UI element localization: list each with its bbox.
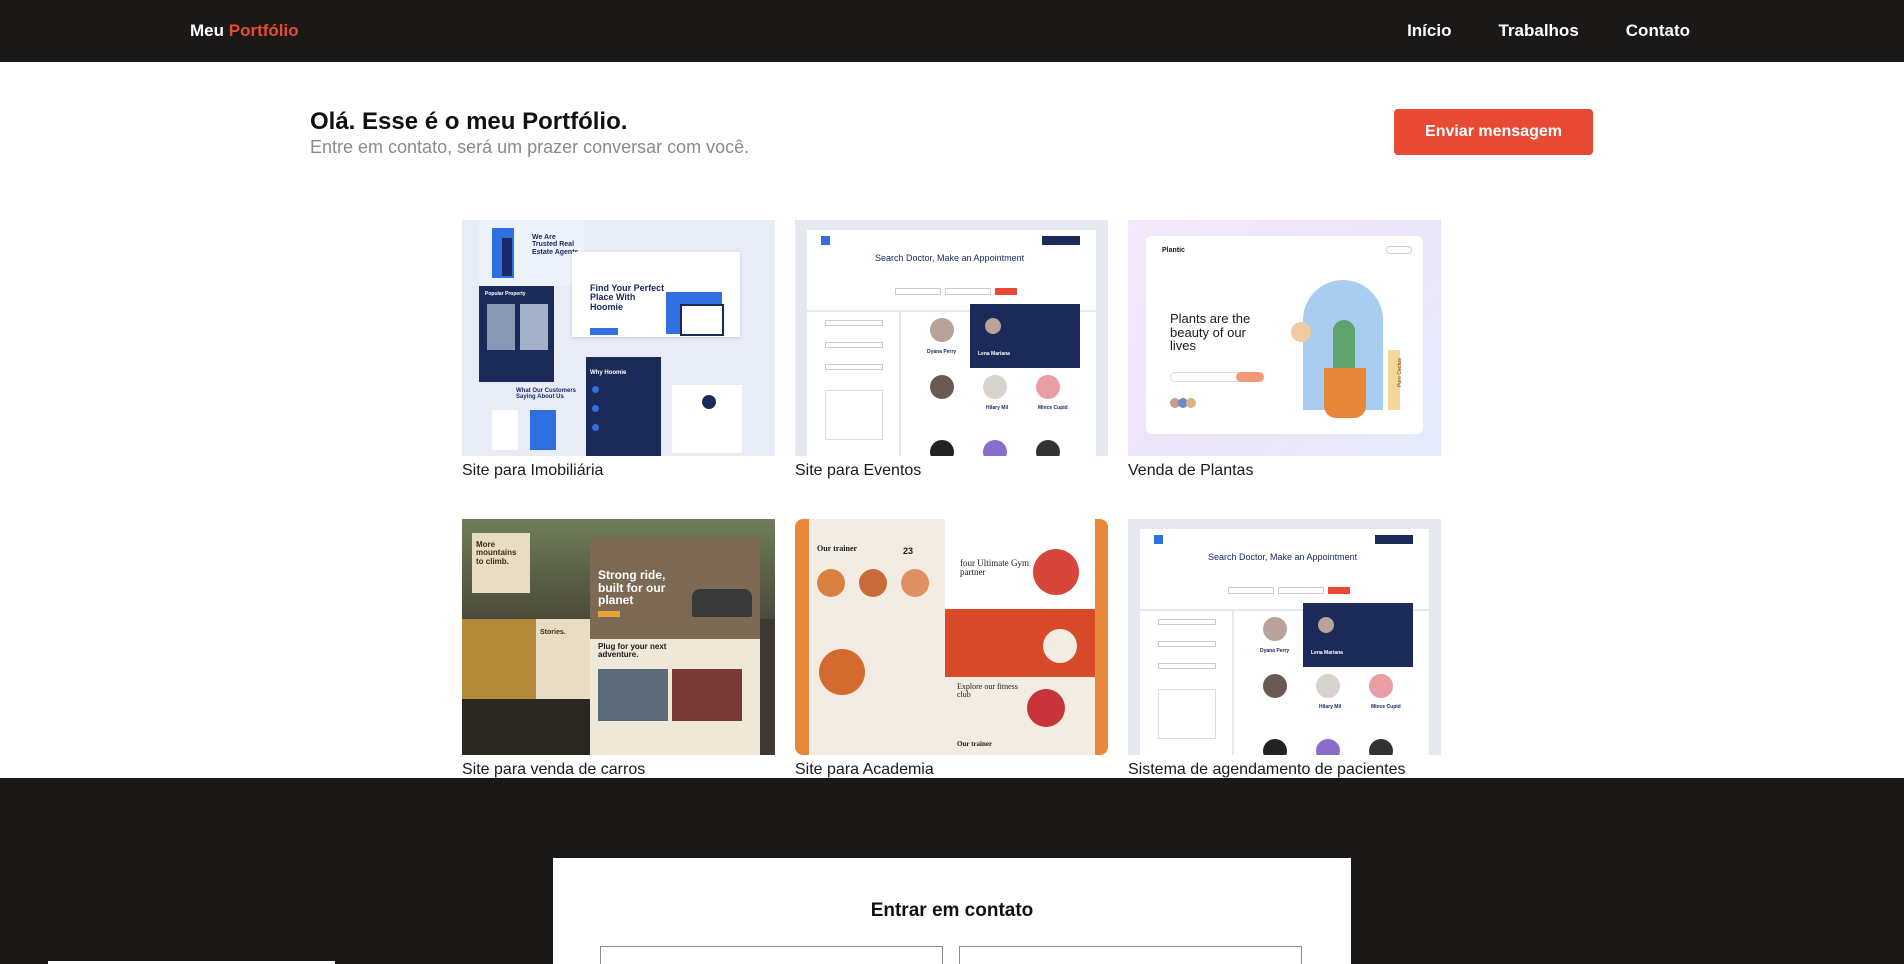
- thumb-text: Mince Cupid: [1371, 704, 1401, 710]
- project-label: Site para Eventos: [795, 462, 922, 479]
- portfolio-section: Olá. Esse é o meu Portfólio. Entre em co…: [0, 62, 1904, 778]
- project-thumbnail[interactable]: Our trainer 23 four Ultimate Gym partner…: [795, 519, 1108, 755]
- thumb-text: Dyana Perry: [927, 349, 957, 355]
- nav-link-trabalhos[interactable]: Trabalhos: [1498, 21, 1578, 41]
- top-navbar: Meu Portfólio Início Trabalhos Contato: [0, 0, 1904, 62]
- thumb-text: Mince Cupid: [1038, 405, 1068, 411]
- contact-form-card: Entrar em contato: [553, 858, 1351, 964]
- thumb-text: Popular Property: [485, 291, 526, 297]
- thumb-text: Explore our fitness club: [957, 682, 1018, 700]
- thumb-text: Search Doctor, Make an Appointment: [875, 253, 1025, 263]
- contact-name-input[interactable]: [600, 946, 943, 964]
- thumb-text: Find Your Perfect Place With Hoomie: [590, 283, 665, 312]
- thumb-text: Dyana Perry: [1260, 648, 1290, 654]
- project-label: Site para venda de carros: [462, 761, 646, 778]
- brand-accent: Portfólio: [228, 21, 299, 40]
- project-label: Sistema de agendamento de pacientes: [1128, 761, 1406, 778]
- contact-title: Entrar em contato: [870, 900, 1034, 921]
- thumb-text: Our trainer: [817, 544, 858, 553]
- thumb-text: Search Doctor, Make an Appointment: [1208, 552, 1358, 562]
- send-message-button[interactable]: Enviar mensagem: [1394, 109, 1593, 155]
- project-card-academia[interactable]: Our trainer 23 four Ultimate Gym partner…: [795, 519, 1108, 779]
- contact-email-input[interactable]: [959, 946, 1302, 964]
- project-card-plantas[interactable]: Plantic Plants are the beauty of our liv…: [1128, 220, 1441, 480]
- project-thumbnail[interactable]: Plantic Plants are the beauty of our liv…: [1128, 220, 1441, 456]
- project-card-carros[interactable]: More mountains to climb. Strong ride, bu…: [462, 519, 775, 779]
- main-nav: Início Trabalhos Contato: [1407, 21, 1690, 41]
- brand-prefix: Meu: [190, 21, 224, 40]
- brand-logo[interactable]: Meu Portfólio: [190, 21, 299, 41]
- thumb-text: Lena Mariana: [978, 351, 1010, 357]
- thumb-text: 23: [903, 546, 914, 556]
- thumb-text: Plants are the beauty of our lives: [1170, 311, 1251, 354]
- project-thumbnail[interactable]: More mountains to climb. Strong ride, bu…: [462, 519, 775, 755]
- thumb-text: Our trainer: [957, 740, 993, 748]
- project-card-imobiliaria[interactable]: We Are Trusted Real Estate Agents Popula…: [462, 220, 775, 480]
- project-label: Venda de Plantas: [1128, 462, 1254, 479]
- thumb-text: Why Hoomie: [590, 370, 627, 376]
- thumb-text: four Ultimate Gym partner: [960, 558, 1029, 578]
- project-card-agendamento[interactable]: Search Doctor, Make an Appointment Lena …: [1128, 519, 1441, 779]
- project-thumbnail[interactable]: We Are Trusted Real Estate Agents Popula…: [462, 220, 775, 456]
- thumb-text: Lena Mariana: [1311, 650, 1343, 656]
- project-label: Site para Imobiliária: [462, 462, 604, 479]
- thumb-text: Hilary Mil: [986, 405, 1009, 411]
- thumb-text: Hilary Mil: [1319, 704, 1342, 710]
- thumb-text: More mountains to climb.: [476, 540, 517, 566]
- thumb-text: Stories.: [540, 629, 566, 636]
- thumb-text: What Our Customers Saying About Us: [516, 388, 577, 401]
- hero-subtitle: Entre em contato, será um prazer convers…: [310, 137, 750, 157]
- thumb-text: Strong ride, built for our planet: [598, 568, 666, 608]
- project-label: Site para Academia: [795, 761, 934, 778]
- nav-link-contato[interactable]: Contato: [1626, 21, 1690, 41]
- thumb-text: Plantic: [1162, 247, 1185, 254]
- project-thumbnail[interactable]: Search Doctor, Make an Appointment Lena …: [795, 220, 1108, 456]
- thumb-text: Plug for your next adventure.: [598, 642, 667, 660]
- hero-title: Olá. Esse é o meu Portfólio.: [310, 108, 628, 135]
- project-thumbnail[interactable]: Search Doctor, Make an Appointment Lena …: [1128, 519, 1441, 755]
- project-card-eventos[interactable]: Search Doctor, Make an Appointment Lena …: [795, 220, 1108, 480]
- nav-link-inicio[interactable]: Início: [1407, 21, 1451, 41]
- thumb-text: Pure Cactus: [1396, 358, 1403, 388]
